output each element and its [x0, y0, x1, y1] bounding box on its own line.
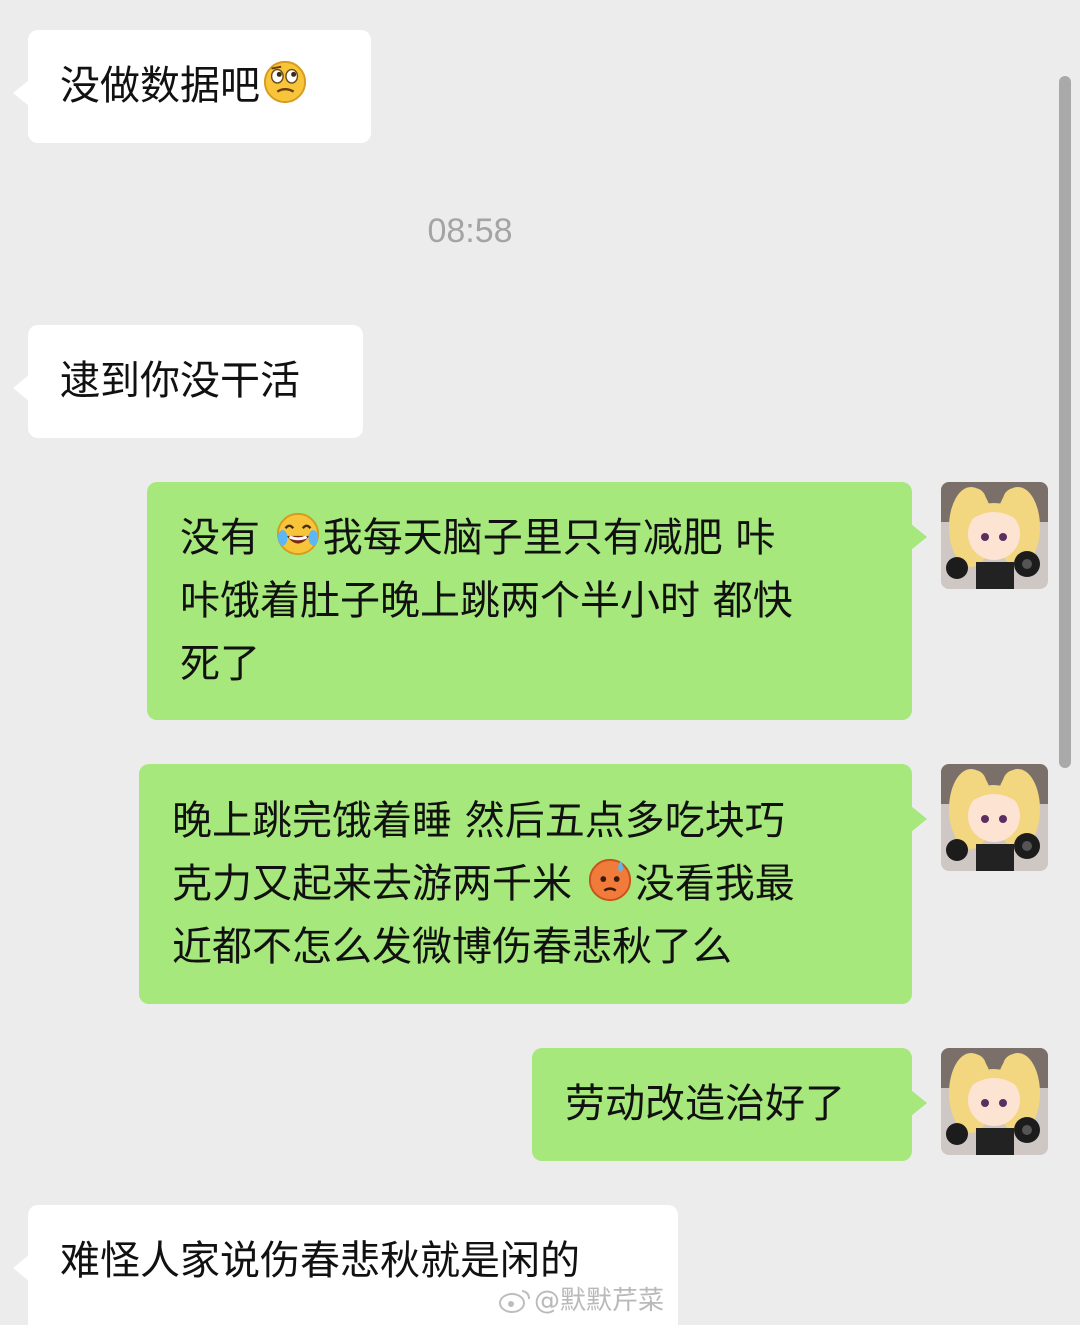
user-avatar[interactable] — [941, 482, 1048, 589]
message-text: 没有 — [180, 515, 273, 561]
incoming-message-bubble[interactable]: 没做数据吧 — [13, 30, 371, 143]
chat-timestamp: 08:58 — [427, 212, 513, 250]
message-text: 克力又起来去游两千米 — [172, 861, 585, 907]
message-text: 晚上跳完饿着睡 然后五点多吃块巧 — [172, 798, 785, 844]
outgoing-message-bubble[interactable]: 劳动改造治好了 — [532, 1048, 927, 1161]
outgoing-message-bubble[interactable]: 晚上跳完饿着睡 然后五点多吃块巧 克力又起来去游两千米 没看我最 近都不怎么发微… — [139, 764, 927, 1004]
watermark-text: @默默芹菜 — [534, 1286, 665, 1316]
message-text: 死了 — [180, 641, 260, 687]
message-text: 没做数据吧 — [60, 63, 260, 109]
message-text: 近都不怎么发微博伤春悲秋了么 — [172, 924, 732, 970]
message-text: 劳动改造治好了 — [565, 1081, 845, 1127]
weibo-logo-icon — [499, 1290, 530, 1313]
message-text: 没看我最 — [634, 861, 795, 907]
message-text: 逮到你没干活 — [60, 358, 300, 404]
incoming-message-bubble[interactable]: 逮到你没干活 — [13, 325, 363, 438]
message-text: 咔饿着肚子晚上跳两个半小时 都快 — [180, 578, 793, 624]
weibo-watermark: @默默芹菜 — [498, 1280, 664, 1317]
user-avatar[interactable] — [941, 1048, 1048, 1155]
outgoing-message-bubble[interactable]: 没有 我每天脑子里只有减肥 咔 咔饿着肚子晚上跳两个半小时 都快 死了 — [147, 482, 927, 720]
scrollbar[interactable] — [1059, 76, 1071, 768]
user-avatar[interactable] — [941, 764, 1048, 871]
anxious-sweat-face-icon — [588, 858, 631, 902]
laughing-tears-face-icon — [276, 512, 319, 556]
thinking-face-icon — [263, 60, 307, 104]
message-text: 我每天脑子里只有减肥 咔 — [322, 515, 776, 561]
